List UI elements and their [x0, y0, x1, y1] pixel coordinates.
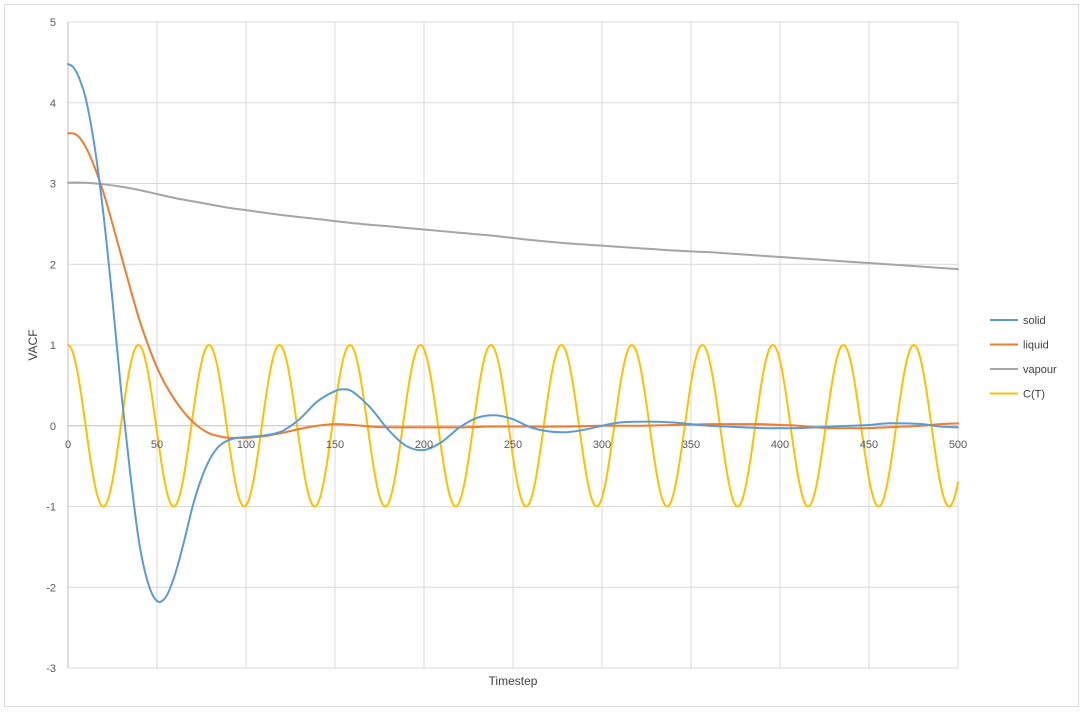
legend-label-solid: solid [1023, 315, 1046, 327]
vacf-line-chart: -3-2-10123450 50 100 150 200 250 300 350 400 450 5… [26, 17, 1057, 688]
x-tick-label: 150 [326, 439, 344, 451]
legend-label-liquid: liquid [1023, 340, 1049, 352]
y-tick-label: 1 [50, 340, 56, 352]
y-axis-label: VACF [26, 329, 40, 360]
y-tick-label: 5 [50, 17, 56, 29]
x-tick-label: 50 [151, 439, 163, 451]
y-tick-label: 4 [50, 98, 56, 110]
y-tick-label: -1 [46, 502, 56, 514]
x-tick-label: 350 [682, 439, 700, 451]
legend-label-vapour: vapour [1023, 364, 1057, 376]
legend: solid liquid vapour C(T) [990, 315, 1057, 401]
x-tick-label: 450 [860, 439, 878, 451]
y-tick-label: 2 [50, 259, 56, 271]
y-tick-label: -2 [46, 582, 56, 594]
y-tick-label: 0 [50, 421, 56, 433]
x-tick-label: 0 [65, 439, 71, 451]
x-axis-label: Timestep [489, 674, 538, 688]
x-tick-label: 100 [237, 439, 255, 451]
x-tick-label: 250 [504, 439, 522, 451]
x-tick-label: 400 [771, 439, 789, 451]
x-tick-label: 200 [415, 439, 433, 451]
x-tick-label: 500 [949, 439, 967, 451]
x-tick-label: 300 [593, 439, 611, 451]
y-tick-label: 3 [50, 179, 56, 191]
y-tick-label: -3 [46, 663, 56, 675]
legend-label-ct: C(T) [1023, 389, 1045, 401]
grid-lines [67, 21, 959, 669]
tick-labels: -3-2-10123450 50 100 150 200 250 300 350 400 450 5… [46, 17, 967, 675]
